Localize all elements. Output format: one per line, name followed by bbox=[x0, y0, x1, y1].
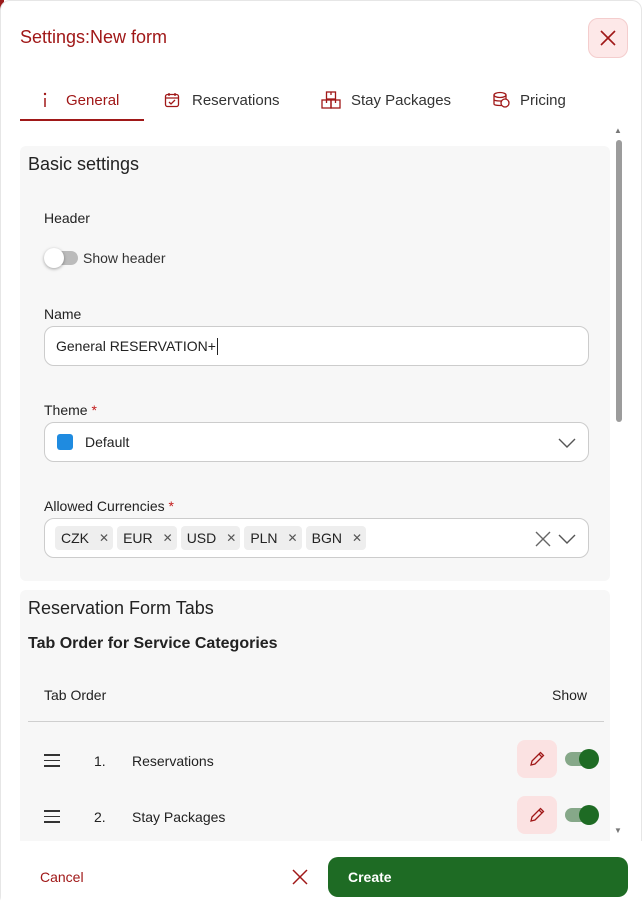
currencies-label-text: Allowed Currencies bbox=[44, 498, 165, 514]
scroll-up-icon[interactable]: ▲ bbox=[614, 126, 622, 135]
currency-chip-label: CZK bbox=[61, 530, 89, 546]
col-show: Show bbox=[552, 687, 588, 703]
toggle-knob bbox=[579, 749, 599, 769]
coins-icon bbox=[493, 91, 510, 108]
tab-general[interactable]: General bbox=[40, 79, 119, 121]
currency-chip-label: USD bbox=[186, 530, 217, 546]
settings-dialog: Settings:New form General Reservations S… bbox=[0, 0, 642, 907]
tab-general-label: General bbox=[66, 91, 120, 109]
required-mark: * bbox=[168, 498, 174, 514]
currency-chip: CZK ✕ bbox=[55, 526, 114, 550]
text-caret bbox=[216, 337, 218, 355]
edit-button[interactable] bbox=[517, 740, 557, 778]
settings-content: Basic settings Header Show header Name G… bbox=[20, 146, 610, 841]
row-number: 1. bbox=[94, 753, 106, 769]
tab-reservations-label: Reservations bbox=[192, 91, 280, 109]
row-name: Reservations bbox=[132, 753, 214, 769]
theme-label-text: Theme bbox=[44, 402, 88, 418]
close-icon[interactable] bbox=[291, 868, 309, 886]
name-label: Name bbox=[44, 306, 82, 322]
edit-button[interactable] bbox=[517, 796, 557, 834]
drag-handle-icon[interactable] bbox=[44, 810, 60, 827]
currencies-label: Allowed Currencies * bbox=[44, 498, 174, 514]
row-number: 2. bbox=[94, 809, 106, 825]
show-tab-toggle[interactable] bbox=[565, 805, 599, 825]
currency-chip: EUR ✕ bbox=[117, 526, 177, 550]
name-input[interactable]: General RESERVATION+ bbox=[44, 326, 589, 366]
active-tab-indicator bbox=[20, 119, 144, 121]
chevron-down-icon[interactable] bbox=[558, 530, 576, 548]
remove-chip-icon[interactable]: ✕ bbox=[288, 531, 298, 545]
list-item: 1. Reservations bbox=[28, 740, 604, 784]
dialog-title: Settings:New form bbox=[20, 27, 168, 47]
currency-chip: PLN ✕ bbox=[244, 526, 302, 550]
table-divider bbox=[28, 721, 604, 722]
pencil-icon bbox=[530, 751, 545, 766]
required-mark: * bbox=[91, 402, 97, 418]
tab-reservations[interactable]: Reservations bbox=[164, 79, 280, 121]
info-icon bbox=[43, 92, 47, 107]
col-tab-order: Tab Order bbox=[44, 687, 107, 703]
clear-all-icon[interactable] bbox=[534, 530, 552, 548]
tab-pricing-label: Pricing bbox=[520, 91, 566, 109]
scrollbar-thumb[interactable] bbox=[616, 140, 622, 422]
create-button[interactable]: Create bbox=[328, 857, 628, 897]
tab-stay-packages[interactable]: Stay Packages bbox=[321, 79, 451, 121]
header-label: Header bbox=[44, 210, 90, 226]
name-input-value: General RESERVATION+ bbox=[56, 338, 216, 354]
cancel-button[interactable]: Cancel bbox=[40, 869, 84, 885]
tab-pricing[interactable]: Pricing bbox=[492, 79, 566, 121]
chevron-down-icon[interactable] bbox=[558, 434, 576, 452]
packages-icon bbox=[321, 91, 341, 109]
dialog-footer: Cancel Create bbox=[1, 841, 642, 907]
scrollbar[interactable]: ▲ ▼ bbox=[614, 126, 624, 838]
currencies-multiselect[interactable]: CZK ✕ EUR ✕ USD ✕ PLN ✕ BGN ✕ bbox=[44, 518, 589, 558]
basic-settings-card: Basic settings Header Show header Name G… bbox=[20, 146, 610, 581]
list-item: 2. Stay Packages bbox=[28, 796, 604, 840]
currency-chip-label: PLN bbox=[250, 530, 278, 546]
reservation-tabs-title: Reservation Form Tabs bbox=[28, 598, 214, 618]
basic-settings-title: Basic settings bbox=[28, 154, 140, 174]
scroll-down-icon[interactable]: ▼ bbox=[614, 826, 622, 835]
currency-chip: BGN ✕ bbox=[305, 526, 367, 550]
reservation-tabs-card: Reservation Form Tabs Tab Order for Serv… bbox=[20, 590, 610, 841]
tab-stay-packages-label: Stay Packages bbox=[351, 91, 452, 109]
remove-chip-icon[interactable]: ✕ bbox=[226, 531, 236, 545]
remove-chip-icon[interactable]: ✕ bbox=[163, 531, 173, 545]
show-header-toggle[interactable] bbox=[44, 248, 78, 268]
theme-select[interactable]: Default bbox=[44, 422, 589, 462]
theme-label: Theme * bbox=[44, 402, 97, 418]
calendar-icon bbox=[164, 93, 180, 108]
remove-chip-icon[interactable]: ✕ bbox=[352, 531, 362, 545]
toggle-knob bbox=[579, 805, 599, 825]
show-header-label: Show header bbox=[83, 250, 166, 266]
currency-chip-label: BGN bbox=[311, 530, 342, 546]
tab-bar: General Reservations Stay Packages Prici… bbox=[20, 79, 610, 123]
row-name: Stay Packages bbox=[132, 809, 226, 825]
close-icon bbox=[600, 30, 616, 46]
currency-chip-label: EUR bbox=[123, 530, 153, 546]
currency-chip: USD ✕ bbox=[180, 526, 241, 550]
pencil-icon bbox=[530, 807, 545, 822]
show-tab-toggle[interactable] bbox=[565, 749, 599, 769]
remove-chip-icon[interactable]: ✕ bbox=[99, 531, 109, 545]
close-button[interactable] bbox=[588, 18, 628, 58]
toggle-knob bbox=[44, 248, 64, 268]
tab-order-subtitle: Tab Order for Service Categories bbox=[28, 635, 278, 652]
theme-select-value: Default bbox=[85, 434, 130, 450]
drag-handle-icon[interactable] bbox=[44, 754, 60, 771]
theme-color-swatch bbox=[57, 434, 73, 450]
